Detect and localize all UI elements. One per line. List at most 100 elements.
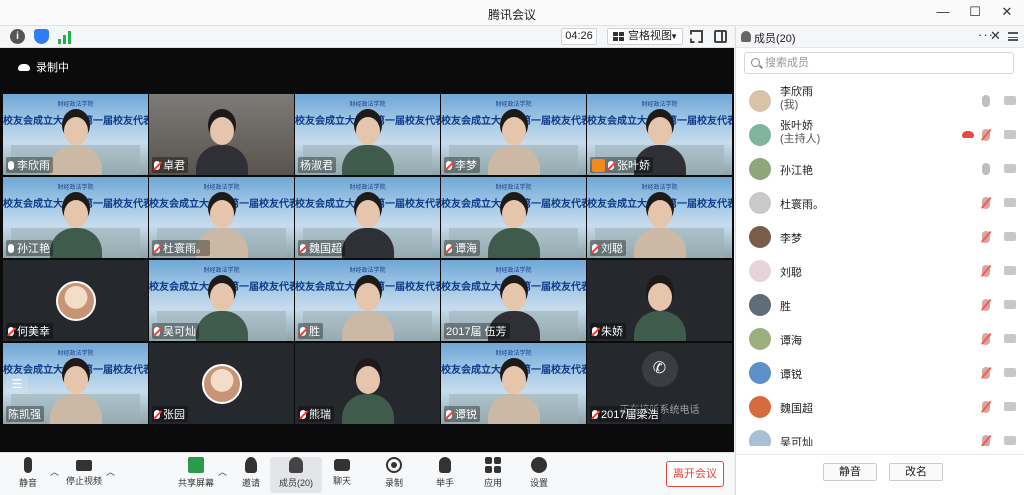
tile-name-label: 张叶娇 <box>590 157 653 173</box>
member-row[interactable]: 张叶娇 (主持人) <box>736 118 1024 152</box>
mic-muted-icon[interactable] <box>982 265 990 277</box>
member-row[interactable]: 李梦 <box>736 220 1024 254</box>
camera-icon[interactable] <box>1004 164 1016 173</box>
camera-icon[interactable] <box>1004 368 1016 377</box>
mic-muted-icon[interactable] <box>982 333 990 345</box>
camera-icon[interactable] <box>1004 266 1016 275</box>
video-tile[interactable]: 财经政法学院校友会成立大会暨第一届校友代表大会杨淑君 <box>295 94 440 175</box>
member-row[interactable]: 孙江艳 <box>736 152 1024 186</box>
participant-name: 陈凯强 <box>8 409 41 421</box>
mic-muted-icon <box>592 243 598 253</box>
signal-icon[interactable] <box>58 29 74 44</box>
video-tile[interactable]: 财经政法学院校友会成立大会暨第一届校友代表大会魏国超 <box>295 177 440 258</box>
camera-icon[interactable] <box>1004 334 1016 343</box>
camera-icon[interactable] <box>1004 436 1016 445</box>
member-role: (我) <box>780 99 799 111</box>
microphone-icon <box>24 457 32 473</box>
mic-muted-icon[interactable] <box>982 129 990 141</box>
video-tile[interactable]: 卓君 <box>149 94 294 175</box>
avatar <box>749 226 771 248</box>
video-tile[interactable]: 财经政法学院校友会成立大会暨第一届校友代表大会刘聪 <box>587 177 732 258</box>
camera-icon[interactable] <box>1004 300 1016 309</box>
mute-label: 静音 <box>18 478 37 488</box>
camera-icon[interactable] <box>1004 198 1016 207</box>
video-tile[interactable]: 张园 <box>149 343 294 424</box>
member-search-input[interactable]: 搜索成员 <box>744 52 1014 74</box>
mic-muted-icon[interactable] <box>982 231 990 243</box>
camera-icon[interactable] <box>1004 402 1016 411</box>
record-button[interactable]: 录制 <box>368 457 420 489</box>
video-tile[interactable]: 财经政法学院校友会成立大会暨第一届校友代表大会2017届 伍芳 <box>441 260 586 341</box>
mute-all-button[interactable]: 静音 <box>823 463 877 481</box>
video-tile[interactable]: 财经政法学院校友会成立大会暨第一届校友代表大会杜寰雨。 <box>149 177 294 258</box>
camera-icon[interactable] <box>1004 232 1016 241</box>
mic-muted-icon[interactable] <box>982 435 990 446</box>
shield-icon[interactable] <box>34 29 49 44</box>
member-row[interactable]: 魏国超 <box>736 390 1024 424</box>
video-tile[interactable]: 财经政法学院校友会成立大会暨第一届校友代表大会吴可灿 <box>149 260 294 341</box>
participant-list-toggle-icon[interactable]: ☰ <box>6 374 28 394</box>
member-row[interactable]: 谭锐 <box>736 356 1024 390</box>
video-tile[interactable]: ✆ 正在接听系统电话 2017届梁浩 <box>587 343 732 424</box>
info-icon[interactable]: i <box>10 29 25 44</box>
video-tile[interactable]: 财经政法学院校友会成立大会暨第一届校友代表大会李欣雨 <box>3 94 148 175</box>
avatar <box>749 124 771 146</box>
video-tile[interactable]: 财经政法学院校友会成立大会暨第一届校友代表大会谭锐 <box>441 343 586 424</box>
participant-video <box>633 273 686 341</box>
video-tile[interactable]: 熊瑞 <box>295 343 440 424</box>
minimize-icon[interactable]: — <box>936 4 950 20</box>
participant-video <box>487 190 540 258</box>
rename-button[interactable]: 改名 <box>889 463 943 481</box>
host-badge-icon <box>592 158 605 172</box>
members-label: 成员(20) <box>278 478 313 488</box>
member-row[interactable]: 李欣雨 (我) <box>736 84 1024 118</box>
window-title: 腾讯会议 <box>487 8 536 22</box>
mic-muted-icon <box>8 326 14 336</box>
member-row[interactable]: 谭海 <box>736 322 1024 356</box>
close-panel-icon[interactable]: ✕ <box>990 28 1001 44</box>
video-tile[interactable]: 朱娇 <box>587 260 732 341</box>
microphone-icon[interactable] <box>982 95 990 107</box>
raise-hand-button[interactable]: 举手 <box>419 457 471 489</box>
mic-muted-icon[interactable] <box>982 401 990 413</box>
member-name: 杜寰雨。 <box>780 199 824 211</box>
microphone-icon[interactable] <box>982 163 990 175</box>
view-mode-dropdown[interactable]: 宫格视图 ▼ <box>607 28 683 45</box>
members-button[interactable]: 成员(20) <box>270 457 322 493</box>
video-tile[interactable]: 何美幸 <box>3 260 148 341</box>
leave-meeting-button[interactable]: 离开会议 <box>666 461 724 487</box>
video-tile[interactable]: 财经政法学院校友会成立大会暨第一届校友代表大会谭海 <box>441 177 586 258</box>
video-tile[interactable]: 财经政法学院校友会成立大会暨第一届校友代表大会李梦 <box>441 94 586 175</box>
side-panel-toggle-icon[interactable] <box>714 30 727 43</box>
camera-icon <box>76 460 92 471</box>
mic-muted-icon <box>154 326 160 336</box>
video-tile[interactable]: 财经政法学院校友会成立大会暨第一届校友代表大会张叶娇 <box>587 94 732 175</box>
meeting-timer: 04:26 <box>561 28 597 45</box>
video-tile[interactable]: 财经政法学院校友会成立大会暨第一届校友代表大会孙江艳 <box>3 177 148 258</box>
member-row[interactable]: 胜 <box>736 288 1024 322</box>
participant-video <box>341 107 394 175</box>
record-icon <box>386 457 402 473</box>
chat-button[interactable]: 聊天 <box>316 457 368 487</box>
camera-icon[interactable] <box>1004 130 1016 139</box>
fullscreen-icon[interactable] <box>690 30 703 43</box>
video-tile[interactable]: 财经政法学院校友会成立大会暨第一届校友代表大会胜 <box>295 260 440 341</box>
member-row[interactable]: 杜寰雨。 <box>736 186 1024 220</box>
camera-icon[interactable] <box>1004 96 1016 105</box>
apps-button[interactable]: 应用 <box>467 457 519 489</box>
member-name: 谭海 <box>780 335 802 347</box>
mic-muted-icon[interactable] <box>982 197 990 209</box>
mic-muted-icon[interactable] <box>982 367 990 379</box>
settings-button[interactable]: 设置 <box>513 457 565 489</box>
member-row[interactable]: 刘聪 <box>736 254 1024 288</box>
video-options-icon[interactable]: ︿ <box>106 465 115 478</box>
maximize-icon[interactable]: ☐ <box>968 4 982 20</box>
mic-muted-icon[interactable] <box>982 299 990 311</box>
mute-button[interactable]: 静音 <box>2 457 54 489</box>
stop-video-button[interactable]: 停止视频 <box>58 457 110 487</box>
tile-name-label: 孙江艳 <box>6 240 53 256</box>
member-row[interactable]: 吴可灿 <box>736 424 1024 446</box>
share-screen-button[interactable]: 共享屏幕 <box>170 457 222 489</box>
close-icon[interactable]: ✕ <box>1000 4 1014 20</box>
menu-icon[interactable] <box>1008 32 1018 41</box>
